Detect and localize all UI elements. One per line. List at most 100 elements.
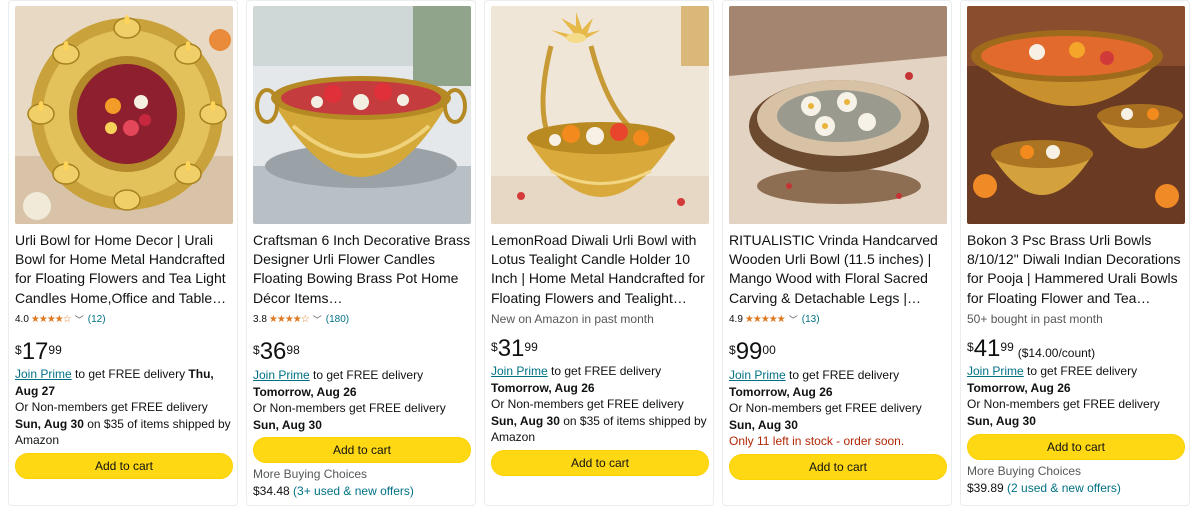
nonmember-text: Or Non-members get FREE delivery (15, 400, 208, 414)
prime-text: to get FREE delivery (1023, 364, 1138, 378)
chevron-down-icon[interactable]: ﹀ (75, 313, 84, 326)
price-fraction: 98 (286, 343, 300, 357)
add-to-cart-button[interactable]: Add to cart (729, 454, 947, 480)
prime-date: Tomorrow, Aug 26 (491, 380, 595, 395)
nonmember-date: Sun, Aug 30 (15, 416, 84, 431)
nonmember-date: Sun, Aug 30 (729, 417, 798, 432)
prime-date: Tomorrow, Aug 26 (729, 384, 833, 399)
price: $ 36 98 (253, 339, 300, 365)
prime-date: Tomorrow, Aug 26 (967, 380, 1071, 395)
product-title[interactable]: Bokon 3 Psc Brass Urli Bowls 8/10/12" Di… (967, 231, 1187, 308)
product-title[interactable]: Craftsman 6 Inch Decorative Brass Design… (253, 231, 473, 308)
more-choices-label: More Buying Choices (967, 464, 1082, 478)
price-whole: 17 (21, 338, 49, 365)
rating-row[interactable]: 3.8 ★★★★☆ ﹀ (180) (253, 313, 349, 326)
offers-link[interactable]: (3+ used & new offers) (293, 484, 414, 498)
delivery-info: Join Prime to get FREE delivery Tomorrow… (729, 367, 949, 450)
delivery-info: Join Prime to get FREE delivery Tomorrow… (491, 363, 711, 446)
price: $ 41 99 ($14.00/count) (967, 336, 1095, 362)
price-fraction: 00 (762, 343, 776, 357)
prime-date: Tomorrow, Aug 26 (253, 384, 357, 399)
add-to-cart-button[interactable]: Add to cart (253, 437, 471, 463)
brass-urli-image (253, 6, 471, 224)
product-grid: Urli Bowl for Home Decor | Urali Bowl fo… (0, 0, 1200, 513)
delivery-info: Join Prime to get FREE delivery Tomorrow… (253, 367, 473, 433)
prime-text: to get FREE delivery (547, 364, 662, 378)
join-prime-link[interactable]: Join Prime (15, 367, 72, 381)
more-buying-choices: More Buying Choices $39.89 (2 used & new… (967, 463, 1121, 496)
price-symbol: $ (253, 343, 260, 357)
nonmember-date: Sun, Aug 30 (967, 413, 1036, 428)
rating-value: 3.8 (253, 314, 267, 325)
product-image[interactable] (491, 6, 709, 224)
star-rating-icon: ★★★★☆ (268, 314, 310, 325)
product-card: LemonRoad Diwali Urli Bowl with Lotus Te… (484, 0, 714, 506)
star-rating-icon: ★★★★★ (744, 314, 786, 325)
product-image[interactable] (15, 6, 233, 224)
rating-row[interactable]: 4.9 ★★★★★ ﹀ (13) (729, 313, 820, 326)
delivery-info: Join Prime to get FREE delivery Thu, Aug… (15, 366, 235, 449)
unit-price: ($14.00/count) (1017, 346, 1096, 360)
prime-text: to get FREE delivery (71, 367, 189, 381)
product-card: Craftsman 6 Inch Decorative Brass Design… (246, 0, 476, 506)
product-image[interactable] (253, 6, 471, 224)
more-choices-label: More Buying Choices (253, 467, 368, 481)
new-on-amazon-label: New on Amazon in past month (491, 312, 654, 326)
price-fraction: 99 (1000, 340, 1014, 354)
price-symbol: $ (729, 343, 736, 357)
chevron-down-icon[interactable]: ﹀ (789, 313, 798, 326)
prime-text: to get FREE delivery (309, 368, 424, 382)
product-image[interactable] (729, 6, 947, 224)
nonmember-text: Or Non-members get FREE delivery (491, 397, 684, 411)
nonmember-text: Or Non-members get FREE delivery (967, 397, 1160, 411)
lotus-urli-image (491, 6, 709, 224)
price-whole: 36 (259, 338, 287, 365)
rating-row[interactable]: 4.0 ★★★★☆ ﹀ (12) (15, 313, 106, 326)
nonmember-date: Sun, Aug 30 (491, 413, 560, 428)
price-whole: 41 (973, 335, 1001, 362)
nonmember-text: Or Non-members get FREE delivery (253, 401, 446, 415)
star-rating-icon: ★★★★☆ (30, 314, 72, 325)
price-symbol: $ (491, 340, 498, 354)
price: $ 31 99 (491, 336, 538, 362)
product-title[interactable]: RITUALISTIC Vrinda Handcarved Wooden Url… (729, 231, 949, 308)
join-prime-link[interactable]: Join Prime (967, 364, 1024, 378)
more-buying-choices: More Buying Choices $34.48 (3+ used & ne… (253, 466, 414, 499)
rating-value: 4.0 (15, 314, 29, 325)
offers-link[interactable]: (2 used & new offers) (1007, 481, 1121, 495)
rating-value: 4.9 (729, 314, 743, 325)
nonmember-date: Sun, Aug 30 (253, 417, 322, 432)
prime-text: to get FREE delivery (785, 368, 900, 382)
delivery-info: Join Prime to get FREE delivery Tomorrow… (967, 363, 1187, 429)
review-count-link[interactable]: (13) (802, 314, 820, 325)
chevron-down-icon[interactable]: ﹀ (313, 313, 322, 326)
price-fraction: 99 (524, 340, 538, 354)
add-to-cart-button[interactable]: Add to cart (15, 453, 233, 479)
urli-bowl-image (15, 6, 233, 224)
join-prime-link[interactable]: Join Prime (729, 368, 786, 382)
price-whole: 31 (497, 335, 525, 362)
price-fraction: 99 (48, 343, 62, 357)
product-title[interactable]: Urli Bowl for Home Decor | Urali Bowl fo… (15, 231, 235, 308)
review-count-link[interactable]: (180) (326, 314, 349, 325)
price-symbol: $ (967, 340, 974, 354)
product-card: Urli Bowl for Home Decor | Urali Bowl fo… (8, 0, 238, 506)
review-count-link[interactable]: (12) (88, 314, 106, 325)
price-whole: 99 (735, 338, 763, 365)
join-prime-link[interactable]: Join Prime (491, 364, 548, 378)
product-title[interactable]: LemonRoad Diwali Urli Bowl with Lotus Te… (491, 231, 711, 308)
product-image[interactable] (967, 6, 1185, 224)
join-prime-link[interactable]: Join Prime (253, 368, 310, 382)
product-card: Bokon 3 Psc Brass Urli Bowls 8/10/12" Di… (960, 0, 1190, 506)
product-card: RITUALISTIC Vrinda Handcarved Wooden Url… (722, 0, 952, 506)
more-price: $34.48 (253, 483, 290, 498)
stock-warning: Only 11 left in stock - order soon. (729, 434, 905, 448)
wooden-urli-image (729, 6, 947, 224)
more-price: $39.89 (967, 480, 1004, 495)
nonmember-text: Or Non-members get FREE delivery (729, 401, 922, 415)
add-to-cart-button[interactable]: Add to cart (967, 434, 1185, 460)
add-to-cart-button[interactable]: Add to cart (491, 450, 709, 476)
price: $ 17 99 (15, 339, 62, 365)
brass-bowls-set-image (967, 6, 1185, 224)
price: $ 99 00 (729, 339, 776, 365)
